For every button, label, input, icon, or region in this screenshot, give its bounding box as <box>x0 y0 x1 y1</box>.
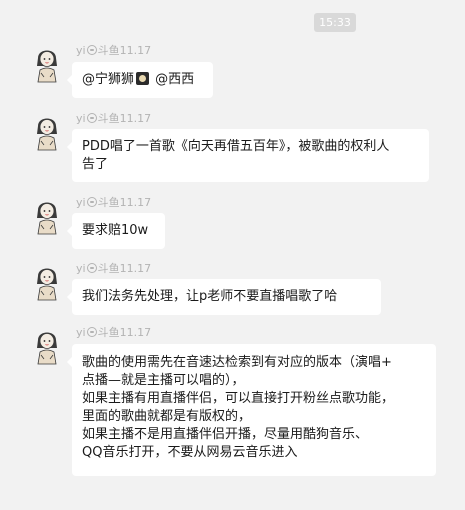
message-line: 如果主播有用直播伴侣，可以直接打开粉丝点歌功能， <box>82 391 395 406</box>
sender-platform: 斗鱼 <box>97 112 120 125</box>
sender-platform: 斗鱼 <box>97 196 120 209</box>
chat-window: 15:33 yi 斗鱼 11.17 @宁狮狮 @西西 yi 斗鱼 11.17 P… <box>0 0 465 510</box>
avatar-icon[interactable] <box>32 196 62 236</box>
sender-name: yi <box>76 325 86 339</box>
sender-name: yi <box>76 195 86 209</box>
avatar-icon[interactable] <box>32 112 62 152</box>
message-line: 如果主播不是用直播伴侣开播，尽量用酷狗音乐、 <box>82 427 369 442</box>
sender-label: yi 斗鱼 11.17 <box>76 42 151 58</box>
sender-label: yi 斗鱼 11.17 <box>76 324 151 340</box>
message-bubble[interactable]: 歌曲的使用需先在音速达检索到有对应的版本（演唱+ 点播—就是主播可以唱的）， 如… <box>67 344 436 476</box>
douyu-icon <box>86 263 97 273</box>
mention-xixi[interactable]: @西西 <box>155 72 194 87</box>
message-line: 里面的歌曲就都是有版权的， <box>82 409 252 424</box>
lion-emoji-icon <box>136 72 150 85</box>
message-bubble[interactable]: PDD唱了一首歌《向天再借五百年》，被歌曲的权利人 告了 <box>67 129 429 182</box>
message-bubble[interactable]: 我们法务先处理，让p老师不要直播唱歌了哈 <box>67 279 381 315</box>
message-line: 要求赔10w <box>82 223 149 238</box>
sender-platform: 斗鱼 <box>97 262 120 275</box>
message-line: 告了 <box>82 157 109 172</box>
sender-label: yi 斗鱼 11.17 <box>76 260 151 276</box>
message-line: 歌曲的使用需先在音速达检索到有对应的版本（演唱+ <box>82 355 392 370</box>
message-line: 点播—就是主播可以唱的）， <box>82 373 245 388</box>
message-line: 我们法务先处理，让p老师不要直播唱歌了哈 <box>82 289 338 304</box>
message-line: PDD唱了一首歌《向天再借五百年》，被歌曲的权利人 <box>82 139 390 154</box>
message-bubble[interactable]: 要求赔10w <box>67 213 165 249</box>
douyu-icon <box>86 197 97 207</box>
douyu-icon <box>86 113 97 123</box>
sender-date: 11.17 <box>119 195 152 209</box>
douyu-icon <box>86 45 97 55</box>
sender-platform: 斗鱼 <box>97 326 120 339</box>
avatar-icon[interactable] <box>32 262 62 302</box>
sender-date: 11.17 <box>119 43 152 57</box>
sender-date: 11.17 <box>119 261 152 275</box>
sender-platform: 斗鱼 <box>97 44 120 57</box>
avatar-icon[interactable] <box>32 326 62 366</box>
sender-name: yi <box>76 261 86 275</box>
message-bubble[interactable]: @宁狮狮 @西西 <box>67 62 213 98</box>
douyu-icon <box>86 327 97 337</box>
sender-date: 11.17 <box>119 111 152 125</box>
sender-label: yi 斗鱼 11.17 <box>76 194 151 210</box>
avatar-icon[interactable] <box>32 44 62 84</box>
message-line: QQ音乐打开，不要从网易云音乐进入 <box>82 445 298 460</box>
sender-name: yi <box>76 111 86 125</box>
timestamp: 15:33 <box>314 13 356 32</box>
sender-label: yi 斗鱼 11.17 <box>76 110 151 126</box>
sender-name: yi <box>76 43 86 57</box>
mention-ningshishi[interactable]: @宁狮狮 <box>82 72 134 87</box>
sender-date: 11.17 <box>119 325 152 339</box>
